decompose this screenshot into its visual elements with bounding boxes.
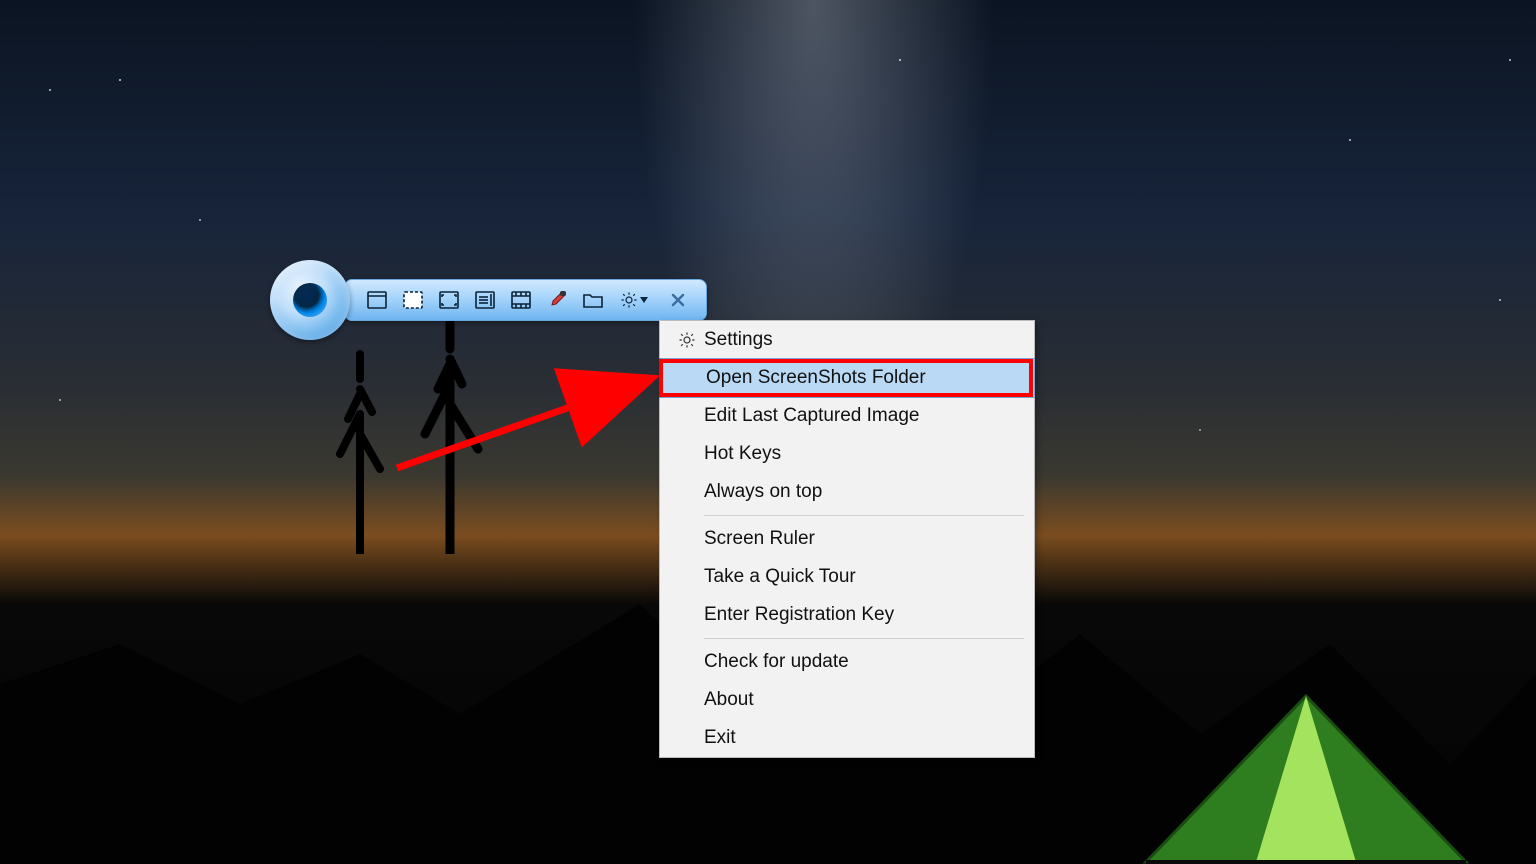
scrolling-icon: [475, 291, 495, 309]
menu-item-open-screenshots-folder[interactable]: Open ScreenShots Folder: [659, 358, 1035, 398]
green-tent: [1136, 684, 1476, 864]
filmstrip-icon: [511, 291, 531, 309]
window-icon: [367, 291, 387, 309]
screenshot-toolbar: [270, 260, 707, 340]
menu-item-label: Settings: [704, 329, 1018, 351]
app-logo-inner: [293, 283, 327, 317]
desktop-wallpaper: Settings Open ScreenShots Folder Edit Last…: [0, 0, 1536, 864]
open-folder-button[interactable]: [578, 285, 608, 315]
settings-dropdown-button[interactable]: [614, 285, 654, 315]
region-icon: [403, 291, 423, 309]
settings-context-menu: Settings Open ScreenShots Folder Edit Last…: [659, 320, 1035, 758]
capture-region-button[interactable]: [398, 285, 428, 315]
chevron-down-icon: [640, 297, 648, 303]
menu-item-hot-keys[interactable]: Hot Keys: [660, 435, 1034, 473]
menu-item-take-a-quick-tour[interactable]: Take a Quick Tour: [660, 558, 1034, 596]
record-screen-button[interactable]: [506, 285, 536, 315]
menu-item-label: Edit Last Captured Image: [704, 405, 1018, 427]
color-picker-button[interactable]: [542, 285, 572, 315]
menu-separator: [704, 515, 1024, 516]
menu-item-label: Enter Registration Key: [704, 604, 1018, 626]
folder-icon: [582, 291, 604, 309]
menu-separator: [704, 638, 1024, 639]
eyedropper-icon: [547, 290, 567, 310]
fullscreen-icon: [439, 291, 459, 309]
menu-item-label: Take a Quick Tour: [704, 566, 1018, 588]
menu-item-always-on-top[interactable]: Always on top: [660, 473, 1034, 511]
menu-item-label: Always on top: [704, 481, 1018, 503]
annotation-arrow: [385, 350, 675, 480]
toolbar-body: [344, 279, 707, 321]
capture-window-button[interactable]: [362, 285, 392, 315]
close-toolbar-button[interactable]: [663, 285, 693, 315]
menu-item-screen-ruler[interactable]: Screen Ruler: [660, 520, 1034, 558]
menu-item-enter-registration-key[interactable]: Enter Registration Key: [660, 596, 1034, 634]
menu-item-label: Exit: [704, 727, 1018, 749]
gear-icon: [620, 291, 638, 309]
menu-item-check-for-update[interactable]: Check for update: [660, 643, 1034, 681]
gear-icon: [670, 331, 704, 349]
menu-item-label: Hot Keys: [704, 443, 1018, 465]
close-icon: [670, 292, 686, 308]
app-logo[interactable]: [270, 260, 350, 340]
menu-item-exit[interactable]: Exit: [660, 719, 1034, 757]
menu-item-label: Check for update: [704, 651, 1018, 673]
menu-item-about[interactable]: About: [660, 681, 1034, 719]
capture-fullscreen-button[interactable]: [434, 285, 464, 315]
menu-item-settings[interactable]: Settings: [660, 321, 1034, 359]
menu-item-label: About: [704, 689, 1018, 711]
capture-scrolling-button[interactable]: [470, 285, 500, 315]
menu-item-edit-last-captured-image[interactable]: Edit Last Captured Image: [660, 397, 1034, 435]
menu-item-label: Screen Ruler: [704, 528, 1018, 550]
menu-item-label: Open ScreenShots Folder: [706, 367, 1018, 389]
